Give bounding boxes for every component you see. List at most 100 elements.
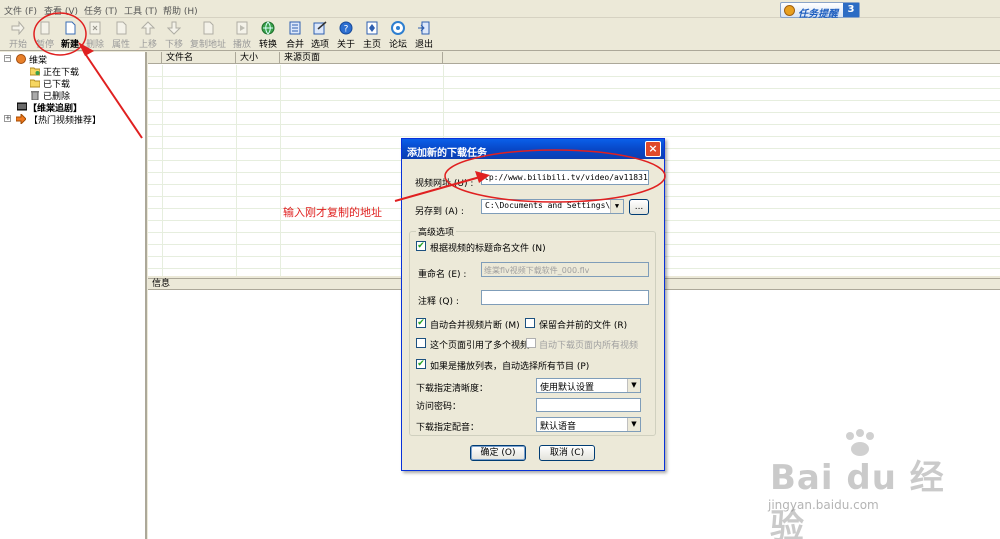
play-button[interactable]: 播放 [231,21,253,51]
browse-button[interactable]: ... [629,199,649,215]
chevron-down-icon: ▼ [627,379,640,392]
dub-label: 下载指定配音： [416,423,480,433]
rename-by-title-checkbox[interactable]: ✔ [416,241,426,251]
options-icon [313,21,327,35]
auto-download-all-checkbox[interactable] [526,338,536,348]
forum-icon [391,21,405,35]
pause-button[interactable]: 暂停 [33,21,57,51]
column-header-filler [443,52,1000,64]
forum-button[interactable]: 论坛 [387,21,409,51]
password-input[interactable] [536,398,641,412]
new-file-icon [65,21,76,35]
tv-icon [17,102,27,111]
globe-icon [261,21,275,35]
merge-icon [289,21,301,35]
expand-icon[interactable]: + [4,115,11,122]
annotation-text: 输入刚才复制的地址 [283,206,382,219]
watermark-brand: Bai du 经验 [770,458,945,539]
app-logo-icon [16,54,26,64]
exit-button[interactable]: 退出 [413,21,435,51]
task-reminder-button[interactable]: 任务提醒 3 [780,2,860,20]
play-icon [236,21,248,35]
advanced-options-legend: 高级选项 [416,225,457,238]
url-input[interactable]: tp://www.bilibili.tv/video/av1183160/ [481,170,649,185]
arrow-right-icon [11,21,25,35]
column-header-source[interactable]: 来源页面 [280,52,443,64]
clarity-select[interactable]: 使用默认设置 ▼ [536,378,641,393]
tree-item-downloading[interactable]: 正在下载 [30,65,140,78]
tree-item-deleted[interactable]: 已删除 [30,89,140,102]
convert-button[interactable]: 转换 [257,21,279,51]
move-up-button[interactable]: 上移 [136,21,160,51]
multi-video-checkbox[interactable] [416,338,426,348]
add-task-dialog: 添加新的下载任务 × 视频网址 (U) : tp://www.bilibili.… [401,138,665,471]
folder-downloading-icon [30,67,40,76]
dialog-title: 添加新的下载任务 [407,148,487,159]
reminder-icon [784,5,795,16]
arrow-up-icon [141,21,155,35]
chevron-down-icon: ▼ [627,418,640,431]
collapse-icon[interactable]: − [4,55,11,62]
toolbar: 开始 暂停 新建 删除 属性 上移 下移 复制地址 播放 转换 合并 选项 ? … [0,19,1000,51]
about-button[interactable]: ? 关于 [335,21,357,51]
task-reminder-count: 3 [843,3,859,17]
comment-input[interactable] [481,290,649,305]
keep-before-merge-label: 保留合并前的文件 (R) [539,321,628,331]
start-button[interactable]: 开始 [6,21,30,51]
column-header-size[interactable]: 大小 [236,52,280,64]
rename-input[interactable]: 维棠flv视频下载软件_000.flv [481,262,649,277]
keep-before-merge-checkbox[interactable] [525,318,535,328]
tree-item-hot[interactable]: + 【热门视频推荐】 [4,113,144,126]
rename-label: 重命名 (E) : [418,270,467,280]
merge-button[interactable]: 合并 [284,21,306,51]
properties-button[interactable]: 属性 [109,21,133,51]
chevron-down-icon: ▼ [610,200,623,213]
move-down-button[interactable]: 下移 [162,21,186,51]
close-icon[interactable]: × [645,141,661,157]
playlist-checkbox[interactable]: ✔ [416,359,426,369]
category-tree: − 维棠 正在下载 已下载 已删除 【维棠追剧】 + 【热门视频推荐】 [0,52,147,539]
column-header-blank[interactable] [148,52,162,64]
watermark-site: jingyan.baidu.com [768,498,879,512]
password-label: 访问密码： [416,402,462,412]
new-task-button[interactable]: 新建 [58,21,82,51]
tree-item-follow[interactable]: 【维棠追剧】 [17,101,142,114]
dialog-title-bar[interactable]: 添加新的下载任务 × [402,139,664,159]
tree-item-root[interactable]: − 维棠 [4,53,144,66]
menu-help[interactable]: 帮助 (H) [163,4,198,17]
delete-button[interactable]: 删除 [84,21,106,51]
menu-tools[interactable]: 工具 (T) [124,4,157,17]
clarity-label: 下载指定清晰度： [416,384,489,394]
copy-icon [203,21,214,35]
homepage-button[interactable]: 主页 [361,21,383,51]
auto-merge-checkbox[interactable]: ✔ [416,318,426,328]
arrow-down-icon [167,21,181,35]
arrow-hot-icon [16,114,26,124]
menu-view[interactable]: 查看 (V) [44,4,78,17]
help-icon: ? [339,21,353,35]
menu-task[interactable]: 任务 (T) [84,4,117,17]
delete-icon [89,21,101,35]
dub-select[interactable]: 默认语音 ▼ [536,417,641,432]
saveto-select[interactable]: C:\Documents and Settings\Adm ▼ [481,199,624,214]
menu-bar: 文件 (F) 查看 (V) 任务 (T) 工具 (T) 帮助 (H) 任务提醒 … [0,0,1000,20]
trash-icon [31,91,39,100]
playlist-label: 如果是播放列表，自动选择所有节目 (P) [430,362,590,372]
comment-label: 注释 (Q) : [418,297,459,307]
options-button[interactable]: 选项 [309,21,331,51]
folder-icon [30,79,40,88]
url-label: 视频网址 (U) : [415,179,474,189]
column-header-filename[interactable]: 文件名 [162,52,236,64]
menu-file[interactable]: 文件 (F) [4,4,37,17]
watermark: Bai du 经验 jingyan.baidu.com [760,428,975,539]
cancel-button[interactable]: 取消 (C) [539,445,595,461]
auto-download-all-label: 自动下载页面内所有视频 [539,341,639,351]
tree-item-downloaded[interactable]: 已下载 [30,77,140,90]
exit-icon [418,21,430,35]
copy-address-button[interactable]: 复制地址 [189,21,227,51]
ok-button[interactable]: 确定 (O) [470,445,526,461]
multi-video-label: 这个页面引用了多个视频 [430,341,530,351]
properties-icon [116,21,127,35]
home-icon [366,21,378,35]
task-reminder-label: 任务提醒 [798,9,838,20]
